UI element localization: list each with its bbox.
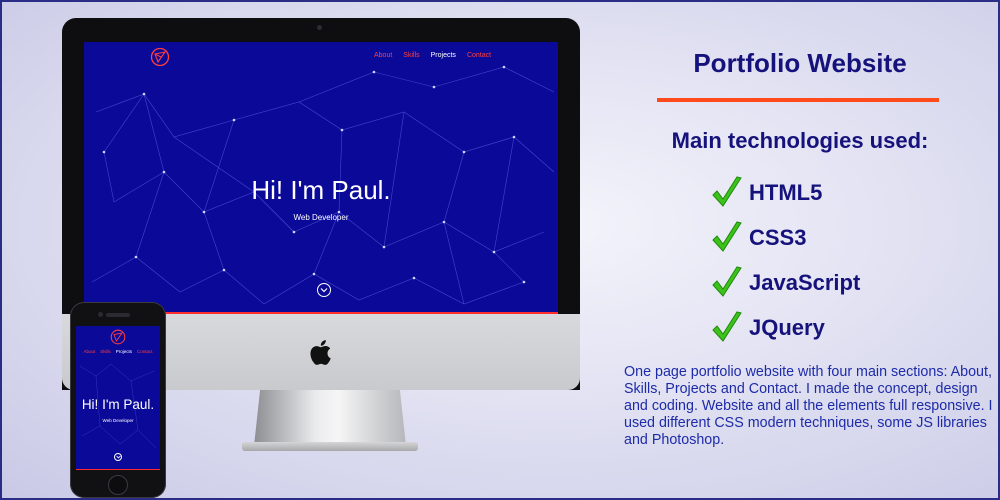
mobile-nav-contact[interactable]: Contact: [137, 349, 153, 354]
nav-about[interactable]: About: [374, 52, 392, 59]
desktop-nav: About Skills Projects Contact: [374, 52, 491, 59]
hero-subtitle: Web Developer: [293, 213, 349, 222]
technology-label: CSS3: [749, 224, 807, 250]
mobile-nav-about[interactable]: About: [83, 349, 95, 354]
mobile-accent-bar: [76, 469, 160, 470]
nav-contact[interactable]: Contact: [467, 52, 491, 59]
technology-label: JavaScript: [749, 269, 861, 295]
page-title: Portfolio Website: [693, 48, 907, 78]
technologies-heading: Main technologies used:: [671, 128, 929, 153]
list-item: CSS3: [710, 215, 950, 260]
check-mark-icon: [712, 175, 742, 207]
nav-skills[interactable]: Skills: [403, 52, 419, 59]
desktop-screen: About Skills Projects Contact Hi! I'm Pa…: [84, 42, 558, 314]
mobile-hero-title: Hi! I'm Paul.: [81, 397, 155, 412]
mobile-screen: About Skills Projects Contact Hi! I'm Pa…: [76, 326, 160, 470]
technology-label: HTML5: [749, 179, 823, 205]
phone-camera: [98, 312, 103, 317]
webcam: [317, 25, 322, 30]
check-mark-icon: [712, 265, 742, 297]
check-mark-icon: [712, 310, 742, 342]
phone-speaker: [106, 313, 130, 317]
list-item: JavaScript: [710, 260, 950, 305]
mobile-phone: About Skills Projects Contact Hi! I'm Pa…: [70, 302, 166, 498]
mobile-hero-subtitle: Web Developer: [102, 418, 134, 423]
list-item: JQuery: [710, 305, 950, 350]
apple-logo-icon: [310, 340, 331, 365]
check-mark-icon: [712, 220, 742, 252]
monitor-stand: [254, 390, 406, 446]
logo-mark-icon[interactable]: [150, 47, 170, 67]
list-item: HTML5: [710, 170, 950, 215]
mobile-nav-projects[interactable]: Projects: [116, 349, 132, 354]
monitor-stand-base: [242, 442, 418, 451]
mobile-nav: About Skills Projects Contact: [76, 349, 160, 354]
mobile-logo-mark-icon[interactable]: [110, 329, 126, 345]
title-underline: [657, 98, 939, 102]
mobile-nav-skills[interactable]: Skills: [100, 349, 111, 354]
chevron-down-circle-icon[interactable]: [317, 283, 331, 297]
technology-label: JQuery: [749, 314, 825, 340]
project-description: One page portfolio website with four mai…: [624, 364, 993, 448]
technology-list: HTML5 CSS3 JavaScript JQuery: [710, 170, 950, 350]
phone-home-button: [108, 475, 128, 495]
hero-title: Hi! I'm Paul.: [251, 175, 391, 205]
nav-projects[interactable]: Projects: [431, 52, 456, 59]
mobile-chevron-down-circle-icon[interactable]: [114, 453, 122, 461]
